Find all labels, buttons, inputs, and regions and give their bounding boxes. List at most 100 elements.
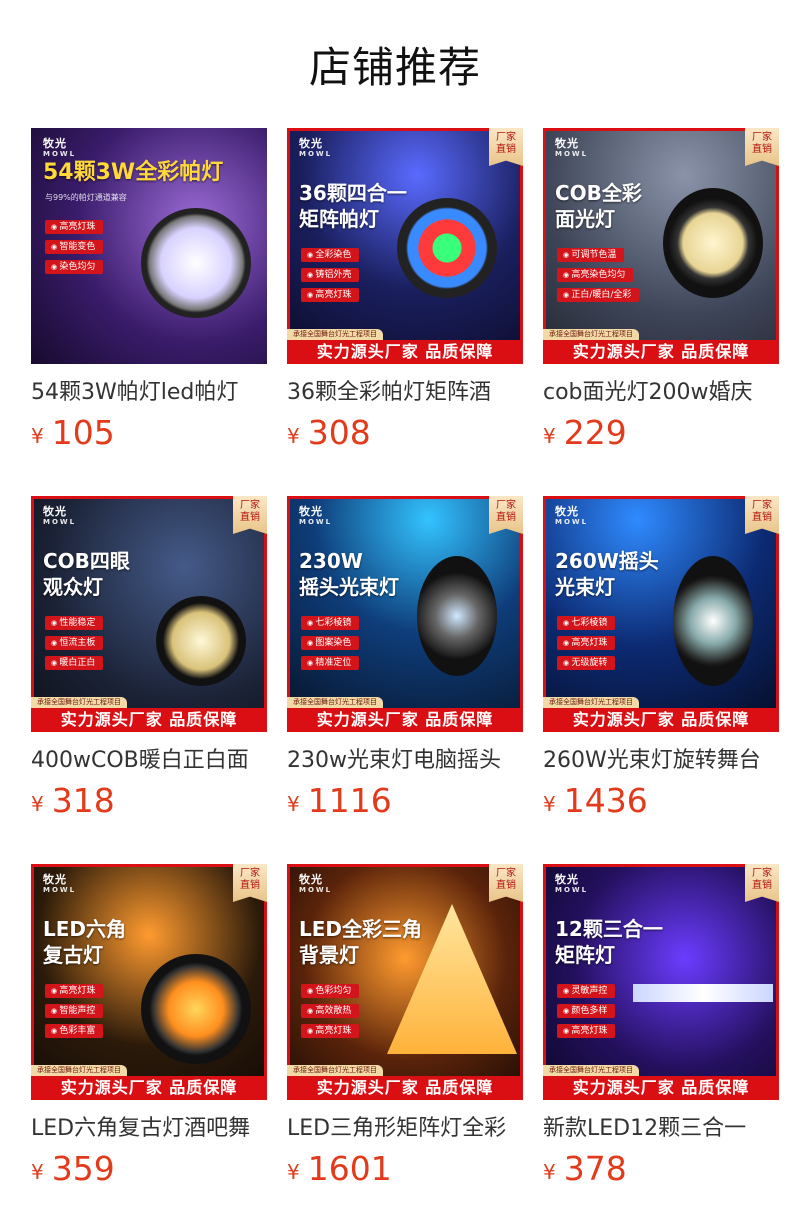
project-strip: 承接全国舞台灯光工程项目	[31, 1065, 127, 1076]
product-price: ¥1601	[287, 1149, 523, 1193]
brand-logo: 牧光 MOWL	[43, 873, 77, 894]
image-headline: COB四眼 观众灯	[43, 549, 130, 599]
product-image[interactable]: 牧光MOWL 厂家直销 260W摇头光束灯七彩棱镜高亮灯珠无级旋转承接全国舞台灯光工…	[543, 496, 779, 732]
image-headline: 260W摇头 光束灯	[555, 549, 659, 599]
product-name[interactable]: 400wCOB暖白正白面	[31, 747, 267, 775]
feature-tag: 图案染色	[301, 636, 360, 650]
product-image[interactable]: 牧光MOWL 厂家直销 12颗三合一矩阵灯灵敏声控颜色多样高亮灯珠承接全国舞台灯光工…	[543, 864, 779, 1100]
currency-symbol: ¥	[287, 1160, 300, 1184]
product-price: ¥105	[31, 413, 267, 457]
feature-tag: 高亮灯珠	[557, 636, 616, 650]
product-name[interactable]: 260W光束灯旋转舞台	[543, 747, 779, 775]
product-price: ¥1436	[543, 781, 779, 825]
factory-direct-badge: 厂家 直销	[745, 128, 779, 166]
price-value: 308	[307, 413, 371, 452]
image-headline: 12颗三合一 矩阵灯	[555, 917, 663, 967]
stage-light-graphic	[417, 556, 497, 676]
currency-symbol: ¥	[31, 792, 44, 816]
stage-light-graphic	[397, 198, 497, 298]
feature-tag: 颜色多样	[557, 1004, 616, 1018]
quality-banner: 实力源头厂家 品质保障	[287, 1076, 523, 1100]
product-card[interactable]: 牧光MOWL 厂家直销 LED全彩三角背景灯色彩均匀高效散热高亮灯珠承接全国舞台灯光…	[287, 864, 523, 1193]
currency-symbol: ¥	[31, 424, 44, 448]
stage-light-graphic	[141, 208, 251, 318]
image-headline: 54颗3W全彩帕灯	[43, 160, 224, 185]
feature-list: 色彩均匀高效散热高亮灯珠	[301, 984, 360, 1044]
price-value: 378	[563, 1149, 627, 1188]
feature-tag: 染色均匀	[45, 260, 104, 274]
product-price: ¥229	[543, 413, 779, 457]
price-value: 105	[51, 413, 115, 452]
quality-banner: 实力源头厂家 品质保障	[543, 1076, 779, 1100]
currency-symbol: ¥	[31, 1160, 44, 1184]
feature-tag: 高亮灯珠	[45, 220, 104, 234]
feature-tag: 无级旋转	[557, 656, 616, 670]
feature-list: 灵敏声控颜色多样高亮灯珠	[557, 984, 616, 1044]
product-card[interactable]: 牧光MOWL 厂家直销 LED六角复古灯高亮灯珠智能声控色彩丰富承接全国舞台灯光工程…	[31, 864, 267, 1193]
feature-tag: 高亮灯珠	[301, 288, 360, 302]
quality-banner: 实力源头厂家 品质保障	[31, 1076, 267, 1100]
product-card[interactable]: 牧光MOWL 厂家直销 36颗四合一矩阵帕灯全彩染色铸铝外壳高亮灯珠承接全国舞台灯光…	[287, 128, 523, 457]
price-value: 1116	[307, 781, 392, 820]
image-headline: 230W 摇头光束灯	[299, 549, 399, 599]
quality-banner: 实力源头厂家 品质保障	[543, 340, 779, 364]
image-headline: 36颗四合一 矩阵帕灯	[299, 181, 407, 231]
product-price: ¥1116	[287, 781, 523, 825]
product-name[interactable]: 54颗3W帕灯led帕灯	[31, 379, 267, 407]
brand-logo: 牧光 MOWL	[43, 137, 77, 158]
product-image[interactable]: 牧光MOWL 厂家直销 LED全彩三角背景灯色彩均匀高效散热高亮灯珠承接全国舞台灯光…	[287, 864, 523, 1100]
stage-light-graphic	[663, 188, 763, 298]
product-card[interactable]: 牧光MOWL54颗3W全彩帕灯与99%的帕灯通道兼容高亮灯珠智能变色染色均匀54…	[31, 128, 267, 457]
price-value: 359	[51, 1149, 115, 1188]
feature-tag: 高亮染色均匀	[557, 268, 634, 282]
product-name[interactable]: LED三角形矩阵灯全彩	[287, 1115, 523, 1143]
feature-tag: 精准定位	[301, 656, 360, 670]
product-price: ¥359	[31, 1149, 267, 1193]
product-card[interactable]: 牧光MOWL 厂家直销 COB全彩面光灯可调节色温高亮染色均匀正白/暖白/全彩承接全…	[543, 128, 779, 457]
project-strip: 承接全国舞台灯光工程项目	[287, 1065, 383, 1076]
product-image[interactable]: 牧光MOWL 厂家直销 COB全彩面光灯可调节色温高亮染色均匀正白/暖白/全彩承接全…	[543, 128, 779, 364]
product-name[interactable]: cob面光灯200w婚庆	[543, 379, 779, 407]
currency-symbol: ¥	[287, 424, 300, 448]
currency-symbol: ¥	[543, 792, 556, 816]
feature-tag: 暖白正白	[45, 656, 104, 670]
product-name[interactable]: 36颗全彩帕灯矩阵酒	[287, 379, 523, 407]
product-image[interactable]: 牧光MOWL54颗3W全彩帕灯与99%的帕灯通道兼容高亮灯珠智能变色染色均匀	[31, 128, 267, 364]
product-name[interactable]: LED六角复古灯酒吧舞	[31, 1115, 267, 1143]
product-card[interactable]: 牧光MOWL 厂家直销 230W摇头光束灯七彩棱镜图案染色精准定位承接全国舞台灯光工…	[287, 496, 523, 825]
image-subtitle: 与99%的帕灯通道兼容	[45, 193, 127, 202]
project-strip: 承接全国舞台灯光工程项目	[287, 697, 383, 708]
feature-tag: 七彩棱镜	[557, 616, 616, 630]
stage-light-graphic	[673, 556, 753, 686]
price-value: 1601	[307, 1149, 392, 1188]
feature-tag: 七彩棱镜	[301, 616, 360, 630]
product-image[interactable]: 牧光MOWL 厂家直销 230W摇头光束灯七彩棱镜图案染色精准定位承接全国舞台灯光工…	[287, 496, 523, 732]
factory-direct-badge: 厂家 直销	[745, 496, 779, 534]
feature-tag: 高亮灯珠	[557, 1024, 616, 1038]
brand-logo: 牧光 MOWL	[555, 505, 589, 526]
quality-banner: 实力源头厂家 品质保障	[543, 708, 779, 732]
product-image[interactable]: 牧光MOWL 厂家直销 COB四眼观众灯性能稳定恒流主板暖白正白承接全国舞台灯光工程…	[31, 496, 267, 732]
factory-direct-badge: 厂家 直销	[233, 496, 267, 534]
product-card[interactable]: 牧光MOWL 厂家直销 COB四眼观众灯性能稳定恒流主板暖白正白承接全国舞台灯光工程…	[31, 496, 267, 825]
product-name[interactable]: 新款LED12颗三合一	[543, 1115, 779, 1143]
feature-tag: 可调节色温	[557, 248, 625, 262]
product-image[interactable]: 牧光MOWL 厂家直销 36颗四合一矩阵帕灯全彩染色铸铝外壳高亮灯珠承接全国舞台灯光…	[287, 128, 523, 364]
price-value: 318	[51, 781, 115, 820]
project-strip: 承接全国舞台灯光工程项目	[287, 329, 383, 340]
product-name[interactable]: 230w光束灯电脑摇头	[287, 747, 523, 775]
price-value: 1436	[563, 781, 648, 820]
feature-tag: 恒流主板	[45, 636, 104, 650]
stage-light-graphic	[156, 596, 246, 686]
quality-banner: 实力源头厂家 品质保障	[31, 708, 267, 732]
product-image[interactable]: 牧光MOWL 厂家直销 LED六角复古灯高亮灯珠智能声控色彩丰富承接全国舞台灯光工程…	[31, 864, 267, 1100]
feature-list: 高亮灯珠智能变色染色均匀	[45, 220, 104, 280]
product-card[interactable]: 牧光MOWL 厂家直销 12颗三合一矩阵灯灵敏声控颜色多样高亮灯珠承接全国舞台灯光工…	[543, 864, 779, 1193]
product-card[interactable]: 牧光MOWL 厂家直销 260W摇头光束灯七彩棱镜高亮灯珠无级旋转承接全国舞台灯光工…	[543, 496, 779, 825]
feature-tag: 高亮灯珠	[301, 1024, 360, 1038]
factory-direct-badge: 厂家 直销	[233, 864, 267, 902]
feature-list: 高亮灯珠智能声控色彩丰富	[45, 984, 104, 1044]
feature-tag: 智能声控	[45, 1004, 104, 1018]
project-strip: 承接全国舞台灯光工程项目	[543, 329, 639, 340]
feature-tag: 性能稳定	[45, 616, 104, 630]
